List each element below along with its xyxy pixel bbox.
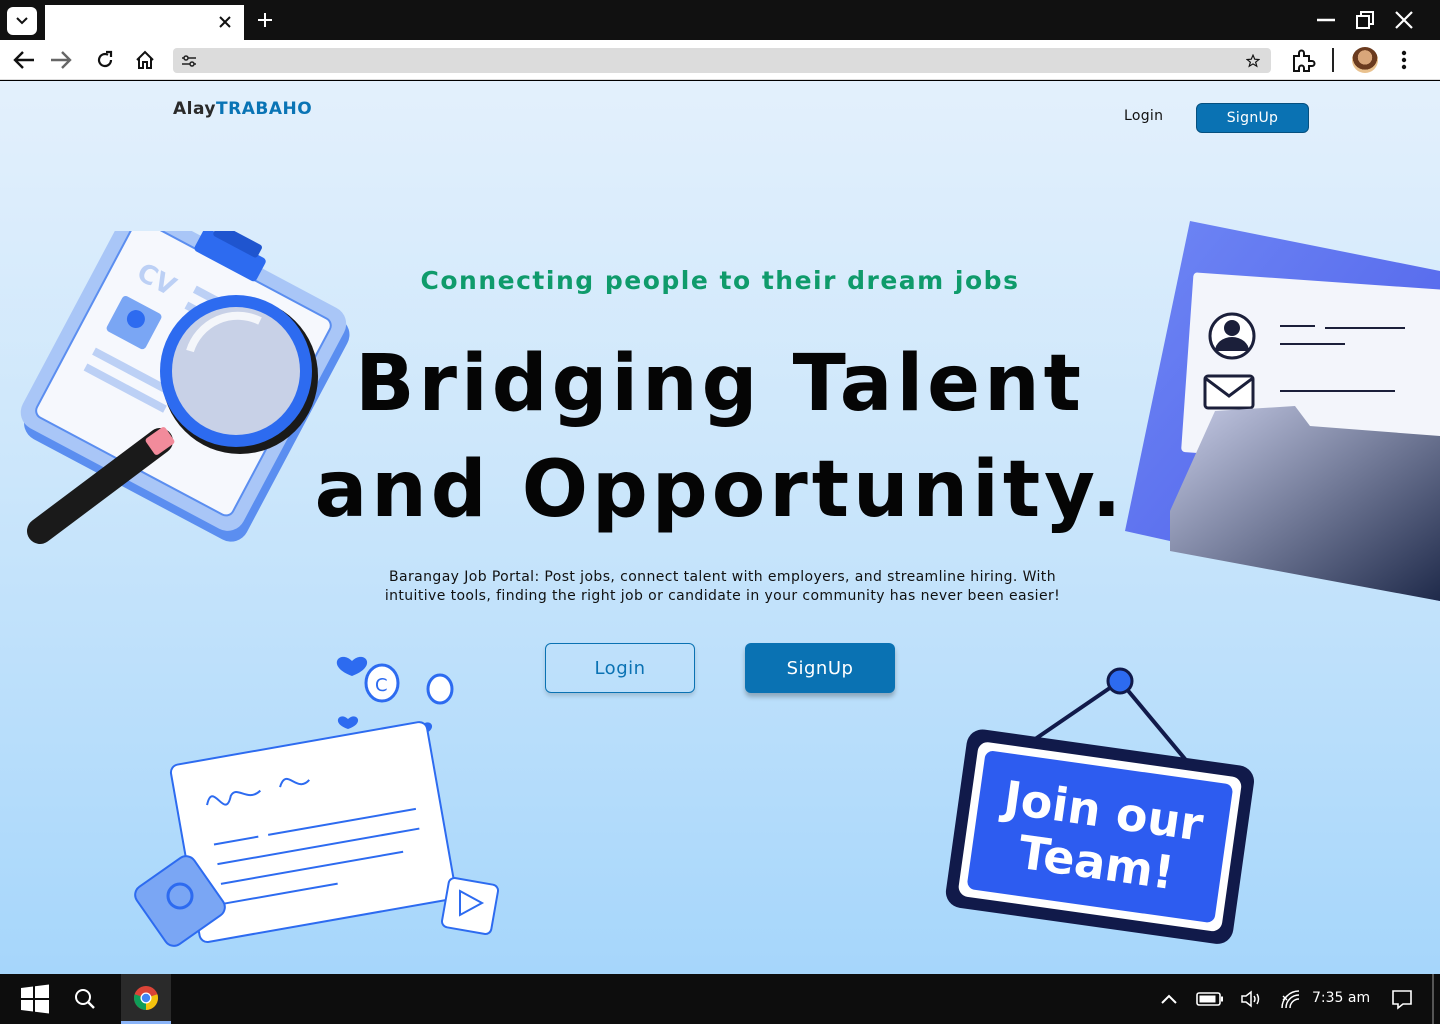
hero-tagline: Connecting people to their dream jobs [420, 266, 1020, 295]
hero-signup-button[interactable]: SignUp [745, 643, 895, 693]
brand-logo[interactable]: AlayTRABAHO [173, 99, 312, 119]
address-bar[interactable] [173, 48, 1271, 73]
forward-icon[interactable] [48, 48, 74, 72]
tab-search-icon[interactable] [7, 7, 37, 35]
hero-description: Barangay Job Portal: Post jobs, connect … [384, 569, 1061, 604]
minimize-icon[interactable] [1312, 8, 1340, 32]
battery-icon[interactable] [1195, 974, 1225, 1024]
hero-headline-line1: Bridging Talent [355, 339, 1085, 429]
start-icon[interactable] [10, 974, 60, 1024]
browser-toolbar [0, 40, 1440, 80]
restore-icon[interactable] [1351, 8, 1379, 32]
new-tab-icon[interactable] [254, 9, 276, 31]
hero-headline-line2: and Opportunity. [314, 445, 1126, 535]
show-desktop-divider[interactable] [1432, 974, 1434, 1024]
browser-tab-bar [0, 0, 1440, 40]
hero-login-button[interactable]: Login [545, 643, 695, 693]
brand-name-part1: Alay [173, 99, 217, 119]
toolbar-separator [1332, 48, 1334, 72]
extensions-icon[interactable] [1289, 47, 1317, 75]
header-login-link[interactable]: Login [1124, 108, 1163, 124]
landing-page: AlayTRABAHO Login SignUp CV Connecting p… [0, 81, 1440, 974]
notifications-icon[interactable] [1388, 974, 1416, 1024]
chrome-icon[interactable] [121, 974, 171, 1024]
reload-icon[interactable] [92, 48, 118, 72]
browser-tab[interactable] [45, 5, 244, 40]
svg-text:C: C [375, 675, 388, 696]
header-signup-button[interactable]: SignUp [1196, 103, 1309, 133]
join-team-sign-illustration: Join our Team! [945, 667, 1254, 944]
menu-icon[interactable] [1394, 48, 1414, 72]
hero-headline: Bridging Talent and Opportunity. [0, 331, 1440, 543]
home-icon[interactable] [132, 48, 158, 72]
chevron-up-icon[interactable] [1157, 974, 1181, 1024]
os-taskbar: 7:35 am [0, 974, 1440, 1024]
back-icon[interactable] [11, 48, 37, 72]
profile-avatar[interactable] [1352, 47, 1378, 73]
volume-icon[interactable] [1238, 974, 1264, 1024]
network-icon[interactable] [1277, 974, 1303, 1024]
bookmark-star-icon[interactable] [1243, 51, 1263, 71]
search-icon[interactable] [62, 974, 108, 1024]
close-window-icon[interactable] [1390, 8, 1418, 32]
taskbar-clock[interactable]: 7:35 am [1312, 990, 1370, 1006]
close-tab-icon[interactable] [214, 11, 236, 33]
site-settings-icon[interactable] [179, 51, 199, 71]
brand-name-part2: TRABAHO [216, 99, 313, 119]
social-letter-illustration: C f [134, 656, 500, 947]
